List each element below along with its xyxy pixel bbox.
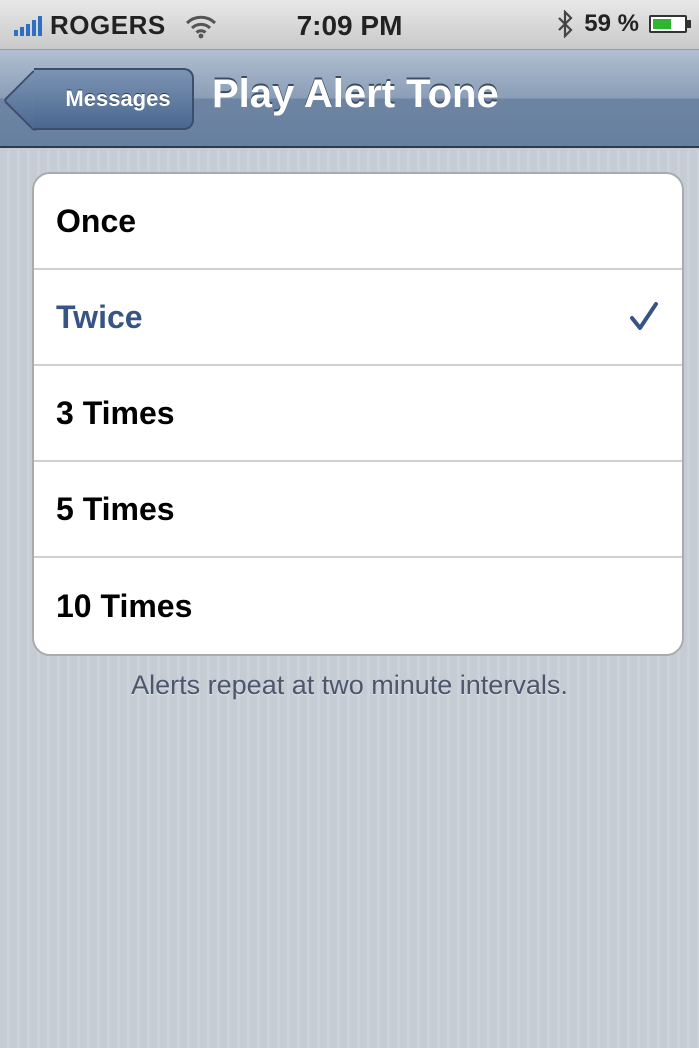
option-label: 10 Times <box>56 587 193 624</box>
alert-tone-options: Once Twice 3 Times 5 Times 10 Times <box>32 172 684 656</box>
option-label: Twice <box>56 298 143 335</box>
status-bar: ROGERS 7:09 PM 59 % <box>0 0 699 50</box>
option-label: Once <box>56 202 137 239</box>
status-right: 59 % <box>556 10 691 38</box>
option-5-times[interactable]: 5 Times <box>34 462 682 558</box>
option-10-times[interactable]: 10 Times <box>34 558 682 654</box>
page-title: Play Alert Tone <box>212 72 499 116</box>
navigation-bar: Messages Play Alert Tone <box>0 50 699 148</box>
option-twice[interactable]: Twice <box>34 270 682 366</box>
back-button-label: Messages <box>65 86 171 111</box>
back-button[interactable]: Messages <box>34 68 194 130</box>
settings-content: Once Twice 3 Times 5 Times 10 Times Aler… <box>0 150 699 1048</box>
option-label: 3 Times <box>56 394 175 431</box>
bluetooth-icon <box>558 10 573 38</box>
battery-fill <box>653 19 671 29</box>
option-once[interactable]: Once <box>34 174 682 270</box>
footer-note: Alerts repeat at two minute intervals. <box>131 670 568 700</box>
battery-percent: 59 % <box>584 10 639 37</box>
battery-icon <box>649 15 691 33</box>
option-3-times[interactable]: 3 Times <box>34 366 682 462</box>
option-label: 5 Times <box>56 490 175 527</box>
checkmark-icon <box>630 302 658 330</box>
